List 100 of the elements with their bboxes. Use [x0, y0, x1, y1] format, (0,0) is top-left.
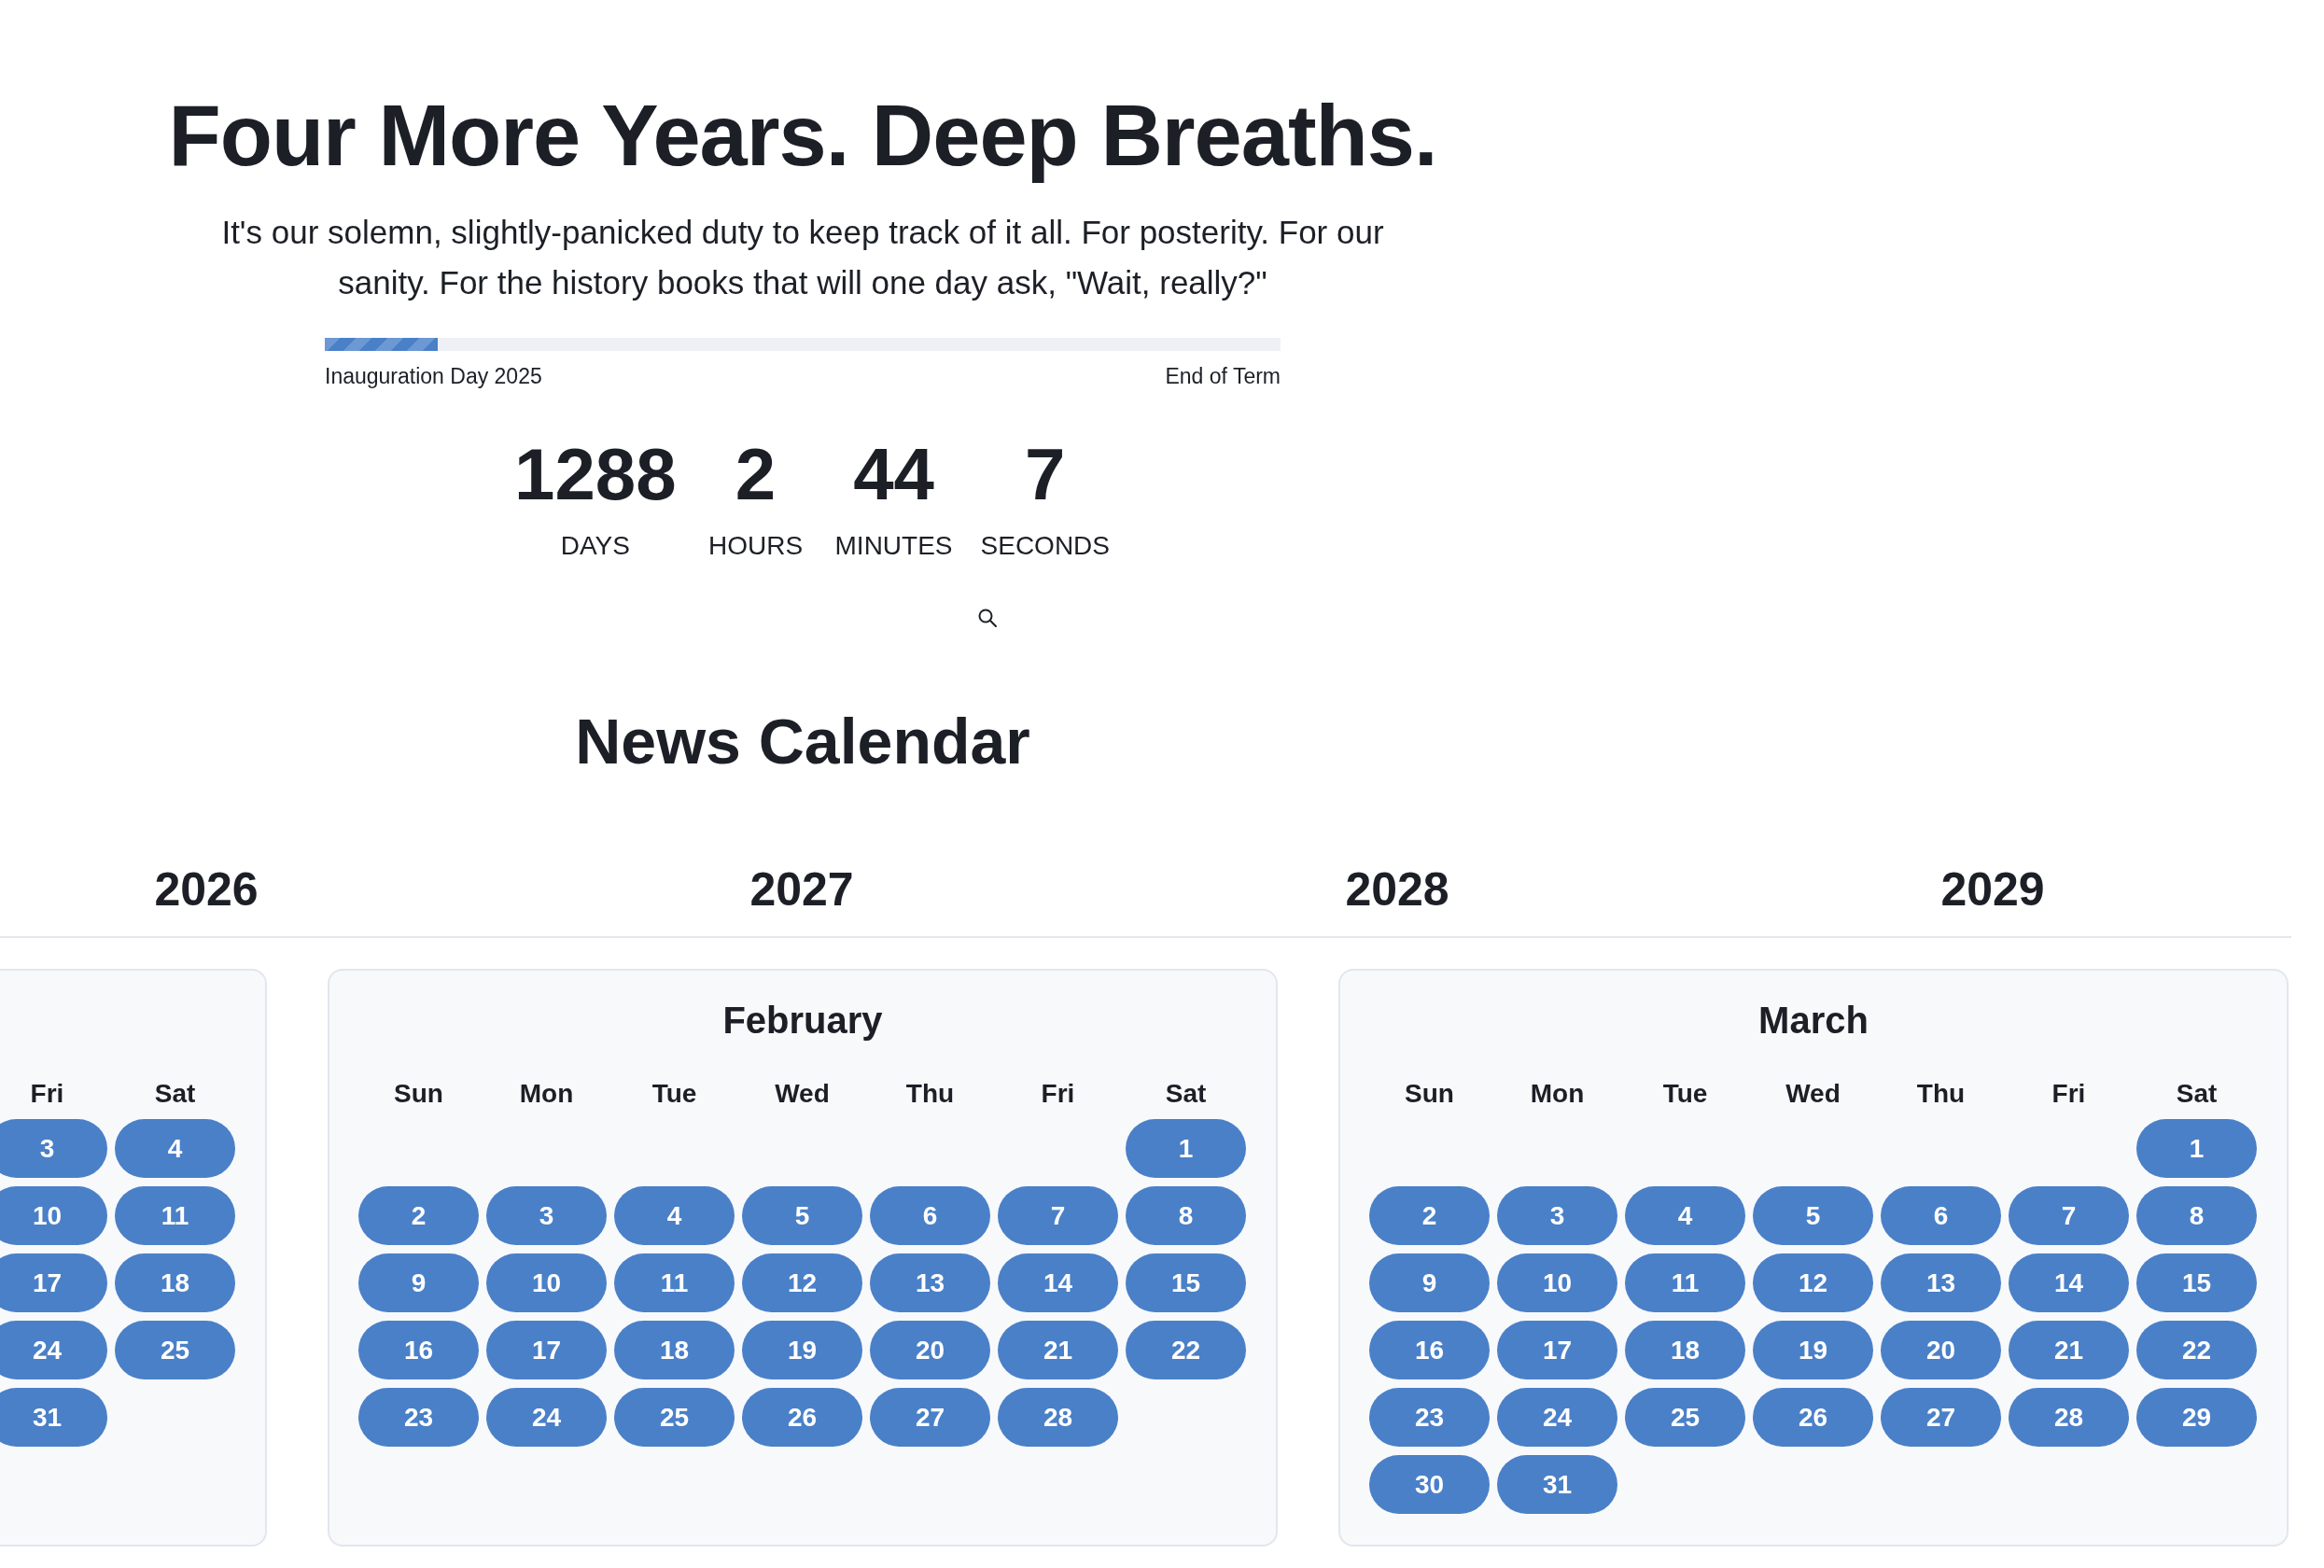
day-button[interactable]: 20	[1881, 1321, 2001, 1379]
day-button[interactable]: 31	[0, 1388, 107, 1447]
day-button[interactable]: 6	[870, 1186, 990, 1245]
day-button[interactable]: 3	[1497, 1186, 1617, 1245]
day-button[interactable]: 29	[2136, 1388, 2257, 1447]
day-button[interactable]: 24	[486, 1388, 607, 1447]
day-button[interactable]: 11	[1625, 1253, 1745, 1312]
search-icon[interactable]	[976, 607, 999, 629]
weekday-label: Fri	[2051, 1078, 2086, 1109]
day-button[interactable]: 8	[1126, 1186, 1246, 1245]
day-button[interactable]: 25	[614, 1388, 735, 1447]
day-button[interactable]: 13	[1881, 1253, 2001, 1312]
weekday-label: Tue	[651, 1078, 697, 1109]
weekday-label: Sun	[1405, 1078, 1454, 1109]
day-button[interactable]: 16	[1369, 1321, 1490, 1379]
day-button[interactable]: 3	[486, 1186, 607, 1245]
day-button[interactable]: 9	[1369, 1253, 1490, 1312]
day-button[interactable]: 21	[2009, 1321, 2129, 1379]
day-button[interactable]: 22	[2136, 1321, 2257, 1379]
day-button[interactable]: 17	[1497, 1321, 1617, 1379]
day-button[interactable]: 21	[998, 1321, 1118, 1379]
day-button[interactable]: 15	[1126, 1253, 1246, 1312]
day-button[interactable]: 24	[0, 1321, 107, 1379]
day-button[interactable]: 17	[486, 1321, 607, 1379]
day-button[interactable]: 2	[1369, 1186, 1490, 1245]
day-button[interactable]: 18	[614, 1321, 735, 1379]
day-button[interactable]: 8	[2136, 1186, 2257, 1245]
year-tab[interactable]: 2026	[154, 861, 259, 917]
day-button[interactable]: 13	[870, 1253, 990, 1312]
month-title: February	[722, 999, 883, 1042]
weekday-label: Mon	[519, 1078, 574, 1109]
day-button[interactable]: 14	[998, 1253, 1118, 1312]
day-button[interactable]: 10	[1497, 1253, 1617, 1312]
year-tab[interactable]: 2029	[1940, 861, 2045, 917]
subtitle: It's our solemn, slightly-panicked duty to keep track of it all. For posterity. For our sanity. For the history books that will one day ask, "Wait, really?"	[220, 213, 1385, 302]
day-button[interactable]: 4	[614, 1186, 735, 1245]
day-button[interactable]: 11	[614, 1253, 735, 1312]
day-button[interactable]: 7	[2009, 1186, 2129, 1245]
day-button[interactable]: 5	[742, 1186, 862, 1245]
countdown-unit: DAYS	[560, 530, 630, 562]
countdown-value: 44	[853, 432, 934, 516]
day-button[interactable]: 12	[1753, 1253, 1873, 1312]
year-tab[interactable]: 2028	[1345, 861, 1449, 917]
countdown-unit: SECONDS	[980, 530, 1110, 562]
day-button[interactable]: 25	[115, 1321, 235, 1379]
day-button[interactable]: 22	[1126, 1321, 1246, 1379]
day-button[interactable]: 27	[870, 1388, 990, 1447]
day-button[interactable]: 12	[742, 1253, 862, 1312]
day-button[interactable]: 11	[115, 1186, 235, 1245]
countdown-value: 1288	[514, 432, 677, 516]
year-tab[interactable]: 2027	[749, 861, 854, 917]
day-button[interactable]: 30	[1369, 1455, 1490, 1514]
day-button[interactable]: 19	[742, 1321, 862, 1379]
weekday-label: Sun	[394, 1078, 443, 1109]
weekday-label: Sat	[1165, 1078, 1207, 1109]
day-button[interactable]: 26	[742, 1388, 862, 1447]
page-title: Four More Years. Deep Breaths.	[168, 87, 1437, 185]
weekday-label: Tue	[1662, 1078, 1708, 1109]
weekday-label: Mon	[1530, 1078, 1585, 1109]
countdown-unit: MINUTES	[834, 530, 953, 562]
day-button[interactable]: 4	[115, 1119, 235, 1178]
day-button[interactable]: 3	[0, 1119, 107, 1178]
weekday-label: Wed	[775, 1078, 830, 1109]
weekday-label: Sat	[154, 1078, 196, 1109]
day-button[interactable]: 5	[1753, 1186, 1873, 1245]
weekday-label: Fri	[30, 1078, 64, 1109]
day-button[interactable]: 25	[1625, 1388, 1745, 1447]
weekday-label: Thu	[1916, 1078, 1966, 1109]
day-button[interactable]: 31	[1497, 1455, 1617, 1514]
countdown-unit: HOURS	[707, 530, 804, 562]
day-button[interactable]: 16	[358, 1321, 479, 1379]
day-button[interactable]: 10	[0, 1186, 107, 1245]
day-button[interactable]: 19	[1753, 1321, 1873, 1379]
countdown-value: 2	[735, 432, 777, 516]
day-button[interactable]: 28	[998, 1388, 1118, 1447]
day-button[interactable]: 27	[1881, 1388, 2001, 1447]
day-button[interactable]: 24	[1497, 1388, 1617, 1447]
day-button[interactable]: 2	[358, 1186, 479, 1245]
day-button[interactable]: 4	[1625, 1186, 1745, 1245]
day-button[interactable]: 1	[1126, 1119, 1246, 1178]
day-button[interactable]: 23	[358, 1388, 479, 1447]
day-button[interactable]: 6	[1881, 1186, 2001, 1245]
day-button[interactable]: 20	[870, 1321, 990, 1379]
month-title: March	[1758, 999, 1869, 1042]
day-button[interactable]: 26	[1753, 1388, 1873, 1447]
day-button[interactable]: 17	[0, 1253, 107, 1312]
progress-end-label: End of Term	[1165, 363, 1281, 390]
weekday-label: Sat	[2176, 1078, 2218, 1109]
day-button[interactable]: 10	[486, 1253, 607, 1312]
day-button[interactable]: 7	[998, 1186, 1118, 1245]
countdown-value: 7	[1025, 432, 1066, 516]
day-button[interactable]: 14	[2009, 1253, 2129, 1312]
day-button[interactable]: 18	[1625, 1321, 1745, 1379]
day-button[interactable]: 15	[2136, 1253, 2257, 1312]
day-button[interactable]: 28	[2009, 1388, 2129, 1447]
weekday-label: Fri	[1041, 1078, 1075, 1109]
day-button[interactable]: 23	[1369, 1388, 1490, 1447]
day-button[interactable]: 18	[115, 1253, 235, 1312]
day-button[interactable]: 9	[358, 1253, 479, 1312]
day-button[interactable]: 1	[2136, 1119, 2257, 1178]
